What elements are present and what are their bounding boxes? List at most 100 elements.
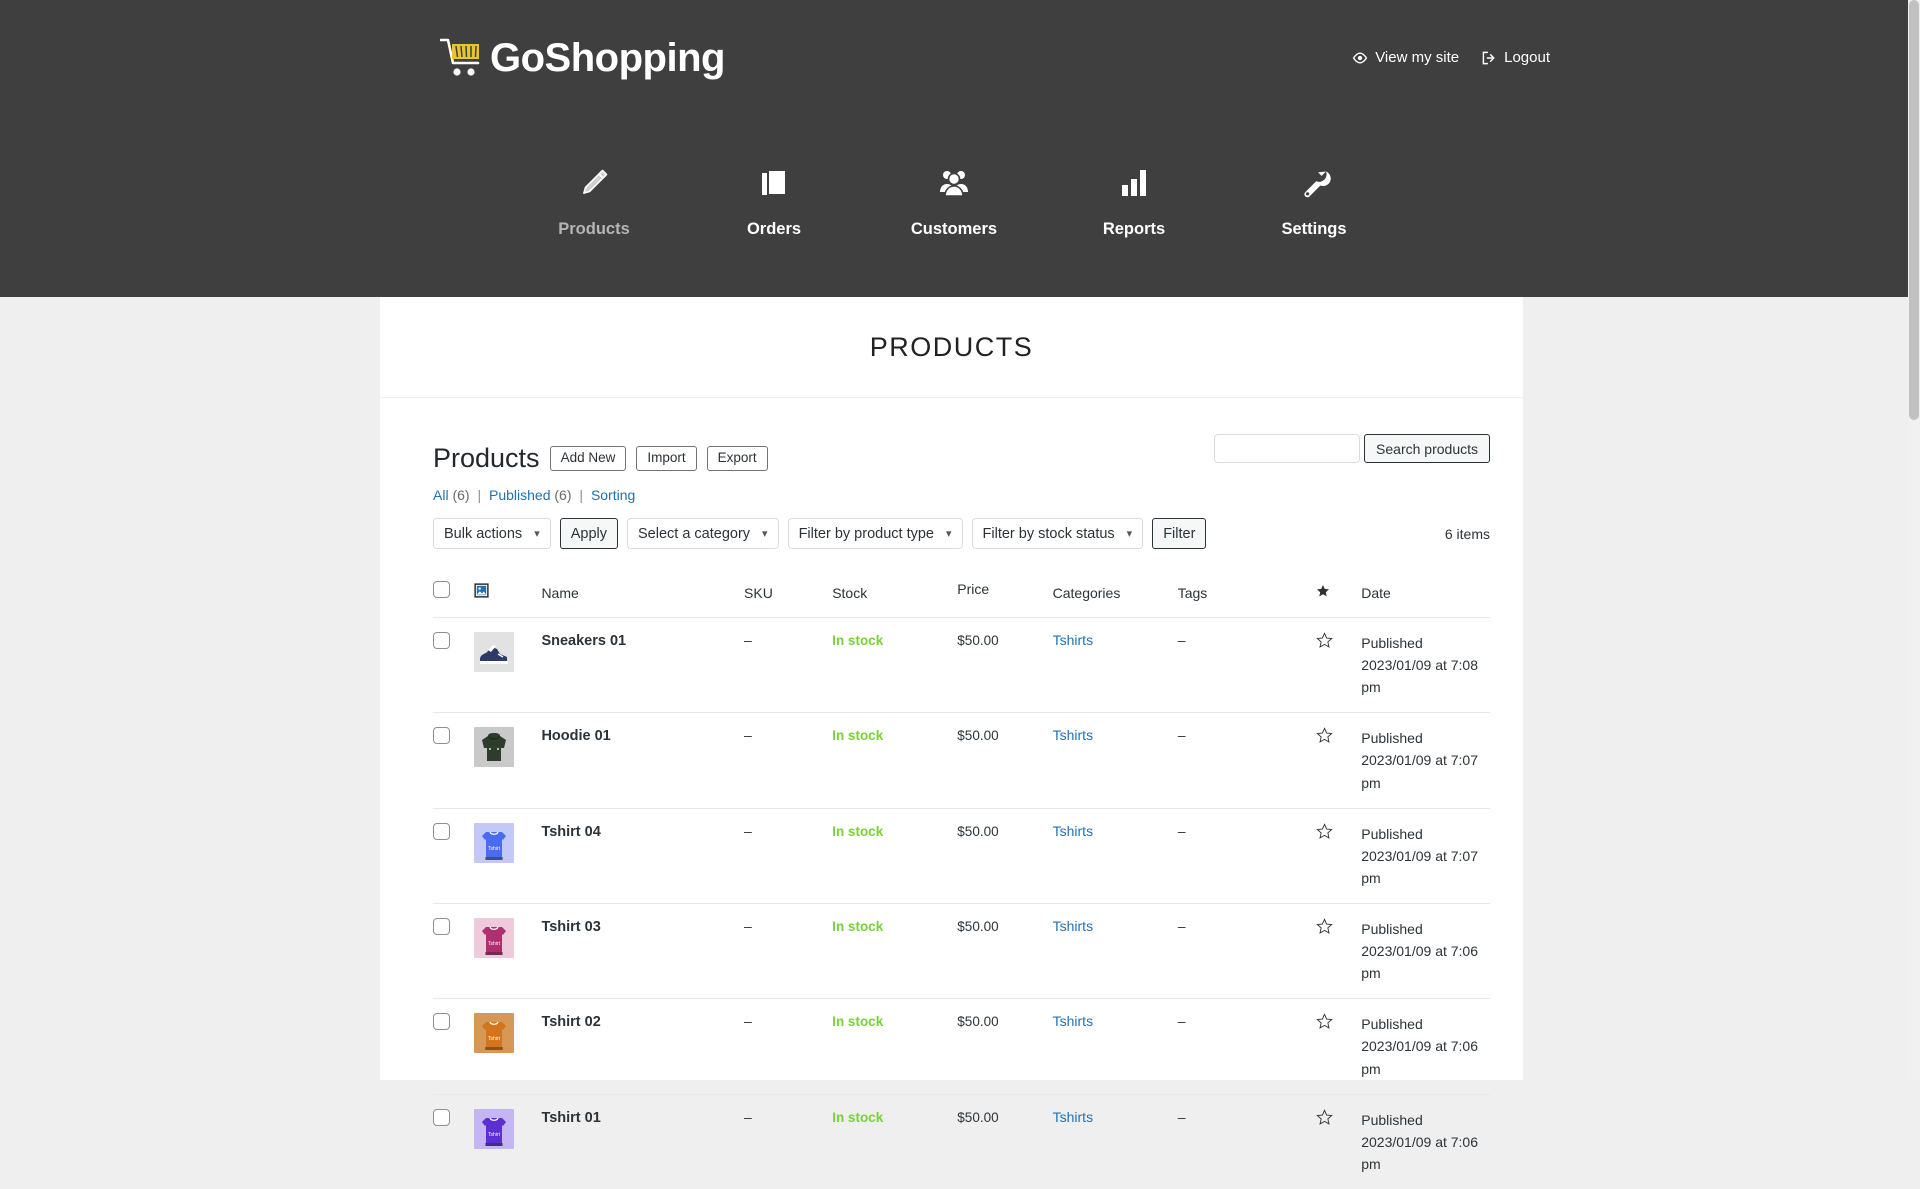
select-all-checkbox[interactable]: [433, 581, 450, 598]
nav-item-orders[interactable]: Orders: [684, 160, 864, 239]
hoodie-thumbnail: [474, 727, 514, 767]
view-all-link[interactable]: All: [433, 487, 449, 503]
star-outline-icon[interactable]: [1316, 823, 1333, 840]
stock-status-badge: In stock: [832, 1110, 883, 1125]
row-thumbnail-cell: [474, 618, 542, 713]
export-button[interactable]: Export: [707, 446, 768, 472]
nav-label-settings: Settings: [1281, 220, 1346, 239]
image-icon: [474, 583, 489, 598]
search-products-button[interactable]: Search products: [1364, 434, 1490, 463]
table-row[interactable]: Tshirt Tshirt 01 – In stock $50.00 Tshir…: [433, 1094, 1490, 1189]
view-sorting-link[interactable]: Sorting: [591, 487, 635, 503]
star-outline-icon[interactable]: [1316, 1109, 1333, 1126]
import-button[interactable]: Import: [636, 446, 696, 472]
star-outline-icon[interactable]: [1316, 918, 1333, 935]
product-name-link[interactable]: Tshirt 04: [541, 824, 600, 840]
row-sku-cell: –: [744, 808, 832, 903]
nav-item-settings[interactable]: Settings: [1224, 160, 1404, 239]
site-logo[interactable]: GoShopping: [440, 37, 725, 79]
view-my-site-label: View my site: [1375, 49, 1459, 66]
row-checkbox[interactable]: [433, 727, 450, 744]
row-checkbox[interactable]: [433, 1013, 450, 1030]
nav-item-customers[interactable]: Customers: [864, 160, 1044, 239]
product-category-link[interactable]: Tshirts: [1053, 823, 1093, 839]
product-name-link[interactable]: Tshirt 03: [541, 919, 600, 935]
stock-status-select[interactable]: Filter by stock status ▾: [972, 518, 1144, 549]
row-date-cell: Published 2023/01/09 at 7:07 pm: [1361, 808, 1490, 903]
nav-item-products[interactable]: Products: [504, 160, 684, 239]
chevron-down-icon: ▾: [1127, 527, 1133, 540]
price-header[interactable]: Price: [957, 581, 1052, 618]
chevron-down-icon: ▾: [946, 527, 952, 540]
row-name-cell: Tshirt 04: [541, 808, 744, 903]
row-select-cell: [433, 618, 474, 713]
product-category-link[interactable]: Tshirts: [1053, 632, 1093, 648]
row-featured-cell: [1316, 808, 1361, 903]
row-checkbox[interactable]: [433, 1109, 450, 1126]
categories-header-label: Categories: [1053, 585, 1121, 601]
product-category-link[interactable]: Tshirts: [1053, 1013, 1093, 1029]
add-new-button[interactable]: Add New: [550, 446, 627, 472]
product-tags: –: [1178, 823, 1186, 839]
nav-item-reports[interactable]: Reports: [1044, 160, 1224, 239]
product-name-link[interactable]: Tshirt 01: [541, 1110, 600, 1126]
date-header[interactable]: Date: [1361, 581, 1490, 618]
table-row[interactable]: Tshirt Tshirt 03 – In stock $50.00 Tshir…: [433, 903, 1490, 998]
product-category-link[interactable]: Tshirts: [1053, 1109, 1093, 1125]
search-input[interactable]: [1214, 434, 1360, 463]
star-outline-icon[interactable]: [1316, 1013, 1333, 1030]
page-scrollbar[interactable]: [1908, 0, 1920, 1080]
filter-button[interactable]: Filter: [1152, 518, 1206, 549]
row-checkbox[interactable]: [433, 918, 450, 935]
table-row[interactable]: Sneakers 01 – In stock $50.00 Tshirts – …: [433, 618, 1490, 713]
row-name-cell: Tshirt 03: [541, 903, 744, 998]
product-name-link[interactable]: Sneakers 01: [541, 633, 626, 649]
products-heading: Products: [433, 445, 540, 472]
svg-text:Tshirt: Tshirt: [488, 1036, 501, 1042]
view-my-site-link[interactable]: View my site: [1352, 49, 1459, 66]
view-published-link[interactable]: Published: [489, 487, 551, 503]
row-stock-cell: In stock: [832, 1094, 957, 1189]
apply-button[interactable]: Apply: [560, 518, 618, 549]
bulk-actions-select[interactable]: Bulk actions ▾: [433, 518, 551, 549]
product-category-link[interactable]: Tshirts: [1053, 918, 1093, 934]
category-select[interactable]: Select a category ▾: [627, 518, 779, 549]
row-price-cell: $50.00: [957, 713, 1052, 808]
table-row[interactable]: Hoodie 01 – In stock $50.00 Tshirts – Pu…: [433, 713, 1490, 808]
page-scrollbar-thumb[interactable]: [1909, 0, 1919, 420]
product-date-value: 2023/01/09 at 7:06 pm: [1361, 1134, 1478, 1172]
page-title-band: PRODUCTS: [380, 297, 1523, 398]
product-type-select[interactable]: Filter by product type ▾: [788, 518, 963, 549]
row-checkbox[interactable]: [433, 632, 450, 649]
logout-link[interactable]: Logout: [1481, 49, 1550, 66]
featured-header[interactable]: [1316, 581, 1361, 618]
row-stock-cell: In stock: [832, 618, 957, 713]
table-row[interactable]: Tshirt Tshirt 04 – In stock $50.00 Tshir…: [433, 808, 1490, 903]
product-name-link[interactable]: Tshirt 02: [541, 1014, 600, 1030]
row-tags-cell: –: [1178, 808, 1316, 903]
product-date-value: 2023/01/09 at 7:07 pm: [1361, 848, 1478, 886]
row-featured-cell: [1316, 903, 1361, 998]
eye-icon: [1352, 50, 1368, 66]
row-tags-cell: –: [1178, 713, 1316, 808]
chevron-down-icon: ▾: [534, 527, 540, 540]
people-icon: [937, 160, 971, 206]
name-header[interactable]: Name: [541, 581, 744, 618]
star-outline-icon[interactable]: [1316, 632, 1333, 649]
product-date-status: Published: [1361, 730, 1423, 746]
row-checkbox[interactable]: [433, 823, 450, 840]
product-name-link[interactable]: Hoodie 01: [541, 728, 610, 744]
nav-label-products: Products: [558, 220, 630, 239]
product-category-link[interactable]: Tshirts: [1053, 727, 1093, 743]
sku-header[interactable]: SKU: [744, 581, 832, 618]
product-date-status: Published: [1361, 1112, 1423, 1128]
shopping-cart-icon: [440, 37, 486, 79]
star-outline-icon[interactable]: [1316, 727, 1333, 744]
product-sku: –: [744, 918, 752, 934]
sku-header-label: SKU: [744, 585, 773, 601]
row-thumbnail-cell: Tshirt: [474, 903, 542, 998]
product-sku: –: [744, 1013, 752, 1029]
stock-header: Stock: [832, 581, 957, 618]
row-select-cell: [433, 713, 474, 808]
row-sku-cell: –: [744, 1094, 832, 1189]
